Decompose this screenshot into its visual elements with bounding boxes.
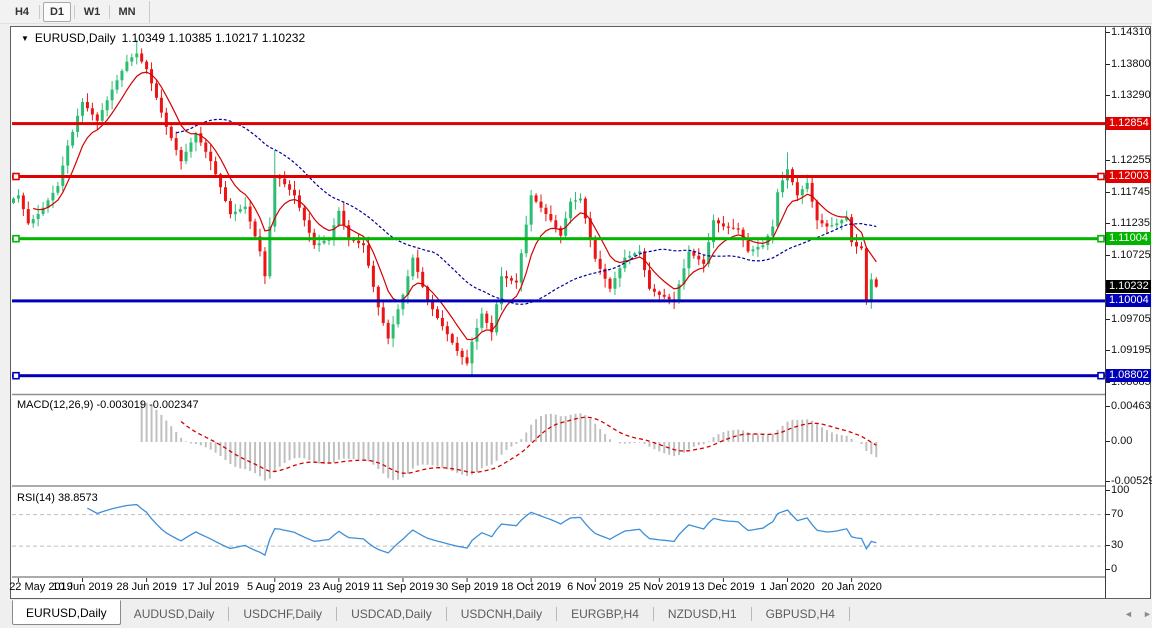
- hline-price-tag: 1.12003: [1106, 170, 1151, 184]
- rsi-pane: [12, 503, 1105, 557]
- hline-handle: [1097, 172, 1105, 181]
- price-axis-label: 1.11745: [1106, 185, 1150, 198]
- rsi-axis-label: 0: [1105, 562, 1118, 575]
- rsi-indicator-label: RSI(14) 38.8573: [17, 492, 98, 504]
- macd-pane: [140, 401, 878, 481]
- tab-separator: [336, 607, 338, 621]
- hline-handle: [12, 371, 20, 380]
- current-price-tag: 1.10232: [1106, 280, 1151, 294]
- hline-handle: [12, 234, 20, 243]
- toolbar-separator: [74, 4, 75, 19]
- price-axis-label: 1.13290: [1106, 89, 1151, 102]
- main-pane: [12, 39, 1105, 380]
- hline-1.12003: [12, 175, 1105, 178]
- tab-separator: [228, 607, 230, 621]
- macd-axis-label: 0.00: [1105, 435, 1133, 447]
- time-axis[interactable]: 22 May 2019 10 Jun 2019 28 Jun 2019 17 Jul …: [9, 581, 1105, 596]
- tab-eurgbp-h4[interactable]: EURGBP,H4: [558, 603, 652, 625]
- rsi-axis-label: 70: [1105, 507, 1124, 520]
- chart-canvas[interactable]: [12, 28, 1105, 594]
- timeframe-buttons: H4 D1 W1 MN: [8, 0, 153, 23]
- chart-symbol-label: EURUSD,Daily: [34, 31, 116, 45]
- mt4-window: H4 D1 W1 MN ▼ EURUSD,Daily 1.10349 1.10385 …: [0, 0, 1152, 628]
- tab-usdcad-daily[interactable]: USDCAD,Daily: [338, 603, 445, 625]
- macd-histogram: [140, 401, 878, 481]
- tab-separator: [556, 607, 558, 621]
- price-axis-label: 1.13800: [1106, 57, 1151, 70]
- timeframe-button-mn[interactable]: MN: [113, 2, 141, 22]
- timeframe-button-h4[interactable]: H4: [8, 2, 36, 22]
- toolbar-separator: [109, 4, 110, 19]
- hline-1.10004: [12, 299, 1105, 303]
- tab-separator: [848, 607, 850, 621]
- tab-separator: [652, 607, 654, 621]
- chart-title: ▼ EURUSD,Daily 1.10349 1.10385 1.10217 1…: [21, 31, 305, 45]
- chart-ohlc-values: 1.10349 1.10385 1.10217 1.10232: [121, 31, 306, 45]
- price-axis-label: 1.09195: [1106, 344, 1151, 357]
- tab-gbpusd-h4[interactable]: GBPUSD,H4: [753, 603, 848, 625]
- hline-price-tag: 1.08802: [1106, 369, 1151, 383]
- tab-separator: [445, 607, 447, 621]
- tab-eurusd-daily[interactable]: EURUSD,Daily: [12, 600, 121, 625]
- bear-candles: [21, 48, 878, 366]
- tab-separator: [750, 607, 752, 621]
- hline-handle: [12, 172, 20, 181]
- timeframe-button-d1[interactable]: D1: [43, 1, 71, 22]
- hline-price-tag: 1.11004: [1106, 232, 1151, 246]
- tabs-scroll-right-button[interactable]: ►: [1143, 609, 1152, 619]
- tabs-scroll-left-button[interactable]: ◄: [1124, 609, 1133, 619]
- time-axis-label: 20 Jan 2020: [821, 581, 882, 593]
- hline-1.11004: [12, 237, 1105, 241]
- tab-usdcnh-daily[interactable]: USDCNH,Daily: [448, 603, 555, 625]
- macd-axis-label: 0.00463: [1106, 400, 1151, 413]
- hline-1.08802: [12, 374, 1105, 378]
- toolbar-separator: [149, 0, 150, 23]
- tab-audusd-daily[interactable]: AUDUSD,Daily: [121, 603, 228, 625]
- hline-price-tag: 1.10004: [1106, 294, 1151, 308]
- price-axis-label: 1.11235: [1106, 217, 1150, 230]
- rsi-axis-label: 30: [1105, 539, 1124, 552]
- symbol-dropdown-icon[interactable]: ▼: [21, 34, 29, 43]
- hline-1.12854: [12, 122, 1105, 126]
- hline-price-tag: 1.12854: [1106, 117, 1151, 131]
- price-axis-label: 1.14310: [1106, 25, 1151, 38]
- tab-usdchf-daily[interactable]: USDCHF,Daily: [230, 603, 335, 625]
- price-axis[interactable]: 1.143101.138001.132901.127801.122551.117…: [1105, 25, 1152, 594]
- ma-slow-line: [176, 118, 877, 305]
- macd-indicator-label: MACD(12,26,9) -0.003019 -0.002347: [17, 399, 199, 411]
- price-axis-label: 1.10725: [1106, 249, 1151, 262]
- rsi-axis-label: 100: [1105, 484, 1130, 496]
- tab-nzdusd-h1[interactable]: NZDUSD,H1: [655, 603, 750, 625]
- rsi-line: [87, 503, 877, 557]
- price-axis-label: 1.12255: [1106, 153, 1151, 166]
- chart-tabbar: EURUSD,Daily AUDUSD,Daily USDCHF,Daily USDC…: [0, 600, 1152, 628]
- timeframe-button-w1[interactable]: W1: [78, 2, 106, 22]
- hline-handle: [1097, 371, 1105, 380]
- timeframe-toolbar: H4 D1 W1 MN: [0, 0, 1152, 24]
- toolbar-separator: [39, 4, 40, 19]
- hline-handle: [1097, 234, 1105, 243]
- price-axis-label: 1.09705: [1106, 312, 1151, 325]
